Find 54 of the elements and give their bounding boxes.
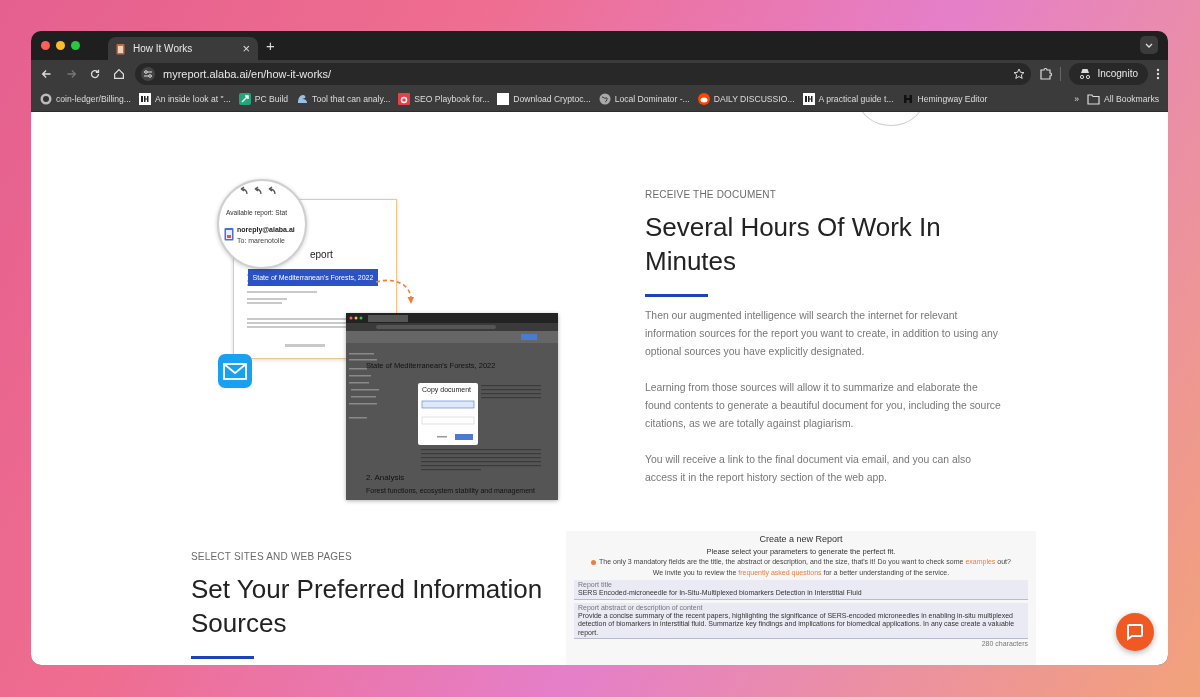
- browser-tab[interactable]: How It Works ×: [108, 37, 258, 60]
- paragraph: You will receive a link to the final document via email, and you can also access it in the report history section of the web app.: [645, 453, 972, 485]
- star-icon[interactable]: [1013, 67, 1026, 80]
- incognito-icon: [1079, 68, 1092, 79]
- menu-icon[interactable]: [1156, 67, 1160, 80]
- close-tab-button[interactable]: ×: [242, 41, 250, 56]
- form-title: Create a new Report: [758, 534, 844, 544]
- bookmark[interactable]: SEO Playbook for...: [395, 89, 493, 109]
- paragraph: Then our augmented intelligence will search the internet for relevant information sources for the report you want to create, in addition to using any optional sources you have explicitly designated.: [645, 309, 999, 359]
- tab-title: How It Works: [133, 43, 194, 54]
- section-eyebrow: SELECT SITES AND WEB PAGES: [191, 551, 353, 562]
- url-text: myreport.alaba.ai/en/how-it-works/: [163, 67, 333, 80]
- bookmark[interactable]: An inside look at "...: [136, 89, 234, 109]
- section-heading: Set Your Preferred Information Sources: [191, 573, 544, 640]
- new-tab-button[interactable]: +: [266, 37, 275, 54]
- ih-logo-icon: [139, 93, 151, 105]
- home-icon: [112, 66, 126, 81]
- blank-page-icon: [497, 93, 510, 105]
- paragraph: Learning from those sources will allow it to summarize and elaborate the found contents to generate a beautiful document for you, including the source citations, as we are totally against plagiarism.: [645, 381, 1002, 431]
- clipboard-icon: [116, 42, 125, 55]
- reddit-icon: [697, 93, 710, 105]
- chat-bubble-icon: [1126, 623, 1144, 641]
- bookmark[interactable]: DAILY DISCUSSIO...: [694, 89, 798, 109]
- all-bookmarks-button[interactable]: All Bookmarks: [1084, 89, 1162, 109]
- bookmark[interactable]: coin-ledger/Billing...: [37, 89, 134, 109]
- form-field[interactable]: [574, 602, 1028, 639]
- chat-button[interactable]: [1116, 613, 1154, 651]
- bookmark[interactable]: Download Cryptoc...: [494, 89, 594, 109]
- extension-icon[interactable]: [1039, 67, 1053, 80]
- more-bookmarks-button[interactable]: »: [1071, 89, 1083, 109]
- bookmark[interactable]: Hemingway Editor: [898, 89, 991, 109]
- tab-search-button[interactable]: [1140, 36, 1158, 54]
- accent-rule: [645, 294, 708, 297]
- section-eyebrow: RECEIVE THE DOCUMENT: [645, 189, 778, 200]
- globe-icon: [598, 93, 611, 105]
- address-bar[interactable]: myreport.alaba.ai/en/how-it-works/: [135, 62, 1032, 85]
- email-heading: eport: [310, 249, 333, 260]
- chevron-down-icon: [1145, 42, 1153, 48]
- site-settings-icon[interactable]: [141, 66, 155, 81]
- bookmark[interactable]: PC Build: [235, 89, 292, 109]
- bookmark[interactable]: A practical guide t...: [799, 89, 897, 109]
- info-icon: [591, 559, 597, 565]
- bookmark[interactable]: Tool that can analy...: [293, 89, 394, 109]
- incognito-button[interactable]: Incognito: [1069, 62, 1148, 85]
- folder-icon: [1087, 93, 1101, 105]
- reply-icons: [239, 186, 279, 196]
- section-heading: Several Hours Of Work In Minutes: [645, 211, 942, 278]
- accent-rule: [191, 656, 254, 659]
- dashed-arrow: [375, 279, 415, 305]
- arrow-square-icon: [238, 93, 251, 105]
- h-letter-icon: [901, 93, 914, 105]
- ih-logo-icon: [802, 93, 815, 105]
- clipboard-icon: [224, 227, 234, 241]
- bookmark[interactable]: Local Dominator -...: [595, 89, 693, 109]
